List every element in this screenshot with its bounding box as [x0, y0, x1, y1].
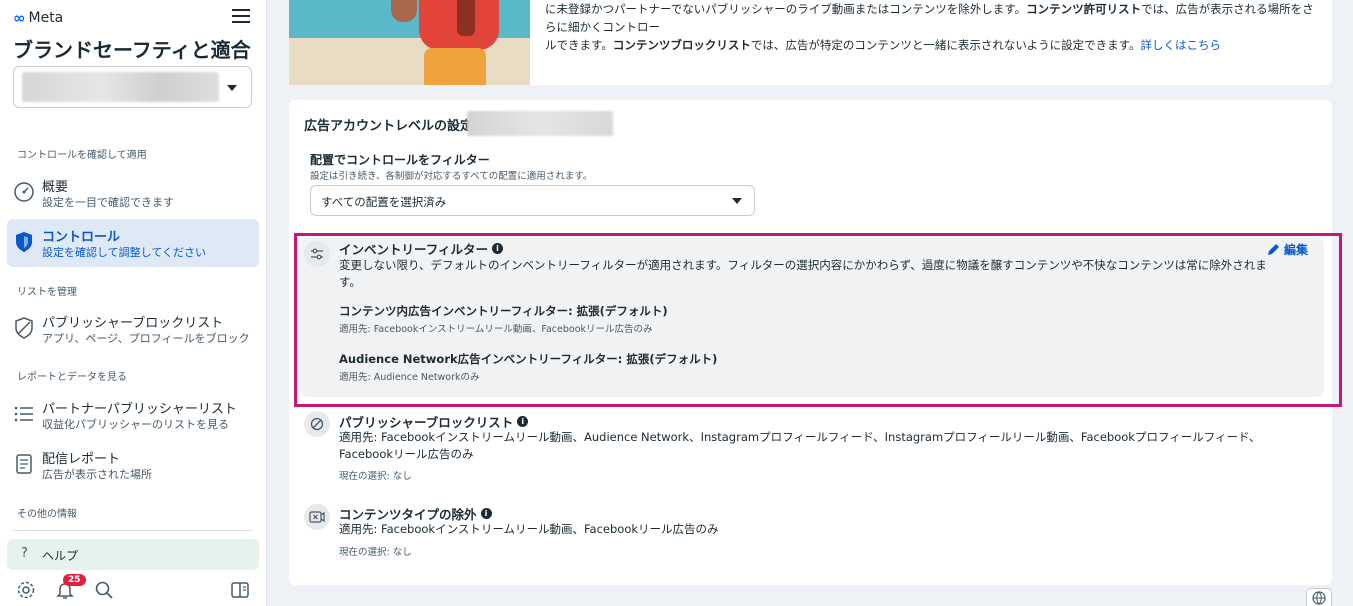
sidebar-item-help[interactable]: ? ヘルプ: [7, 539, 259, 570]
intro-card: に未登録かつパートナーでないパブリッシャーのライブ動画またはコンテンツを除外しま…: [289, 0, 1332, 85]
menu-icon[interactable]: [232, 9, 250, 25]
blocklist-applies: 適用先: Facebookインストリームリール動画、Audience Netwo…: [339, 430, 1261, 461]
meta-infinity-icon: ∞: [13, 9, 26, 27]
sidebar-item-sub: 設定を一目で確認できます: [42, 196, 174, 209]
learn-more-link[interactable]: 詳しくはこちら: [1140, 38, 1221, 52]
highlight-frame: [294, 233, 1342, 407]
placement-filter-sub: 設定は引き続き、各制御が対応するすべての配置に適用されます。: [310, 171, 593, 182]
content-type-applies: 適用先: Facebookインストリームリール動画、Facebookリール広告の…: [339, 522, 719, 536]
placement-filter-title: 配置でコントロールをフィルター: [310, 153, 490, 167]
account-name-redacted: [22, 72, 219, 102]
list-icon: [13, 403, 35, 425]
sidebar-item-title: 配信レポート: [42, 452, 121, 467]
brand-name: Meta: [28, 10, 64, 26]
block-icon: [304, 411, 330, 437]
sidebar-divider: [13, 530, 252, 531]
help-label: ヘルプ: [42, 549, 79, 563]
section-label-other: その他の情報: [17, 509, 77, 520]
search-icon[interactable]: [94, 580, 114, 600]
sidebar-item-sub: 広告が表示された場所: [42, 468, 152, 481]
section-label-reports: レポートとデータを見る: [17, 372, 127, 383]
sidebar-item-title: コントロール: [42, 230, 121, 245]
sidebar-bottom-toolbar: 25: [0, 574, 267, 602]
section-label-review: コントロールを確認して適用: [17, 150, 147, 161]
sidebar-item-delivery-report[interactable]: 配信レポート 広告が表示された場所: [7, 441, 259, 489]
notification-badge: 25: [63, 574, 86, 586]
report-icon: [13, 453, 35, 475]
intro-illustration: [289, 0, 530, 85]
sidebar-item-partner-list[interactable]: パートナーパブリッシャーリスト 収益化パブリッシャーのリストを見る: [7, 391, 259, 439]
sidebar-item-controls[interactable]: コントロール 設定を確認して調整してください: [7, 219, 259, 267]
shield-icon: [13, 231, 35, 253]
block-shield-icon: [13, 317, 35, 339]
meta-logo[interactable]: ∞ Meta: [13, 9, 63, 27]
sidebar-item-sub: アプリ、ページ、プロフィールをブロック: [42, 332, 250, 345]
gear-icon[interactable]: [16, 580, 36, 600]
gauge-icon: [13, 181, 35, 203]
chevron-down-icon: [732, 198, 742, 204]
info-icon[interactable]: i: [517, 416, 529, 427]
sidebar-item-title: パブリッシャーブロックリスト: [42, 316, 224, 331]
sidebar: ∞ Meta ブランドセーフティと適合性 コントロールを確認して適用 概要 設定…: [0, 0, 267, 606]
content-type-current: 現在の選択: なし: [339, 547, 412, 558]
sidebar-item-overview[interactable]: 概要 設定を一目で確認できます: [7, 169, 259, 217]
help-icon: ?: [21, 546, 28, 561]
sidebar-item-sub: 設定を確認して調整してください: [42, 246, 207, 259]
intro-text: に未登録かつパートナーでないパブリッシャーのライブ動画またはコンテンツを除外しま…: [545, 2, 1314, 52]
globe-icon[interactable]: [1306, 588, 1332, 606]
sidebar-item-sub: 収益化パブリッシャーのリストを見る: [42, 418, 229, 431]
blocklist-current: 現在の選択: なし: [339, 471, 412, 482]
placement-filter-select[interactable]: すべての配置を選択済み: [310, 185, 755, 216]
sidebar-item-title: パートナーパブリッシャーリスト: [42, 402, 237, 417]
sidebar-item-title: 概要: [42, 180, 69, 195]
sidebar-item-publisher-blocklist[interactable]: パブリッシャーブロックリスト アプリ、ページ、プロフィールをブロック: [7, 305, 259, 353]
account-id-redacted: [467, 111, 613, 136]
chevron-down-icon: [227, 85, 237, 91]
ad-account-selector[interactable]: [13, 66, 252, 108]
account-level-heading: 広告アカウントレベルの設定:: [304, 119, 479, 134]
video-exclude-icon: [304, 504, 330, 530]
section-label-lists: リストを管理: [17, 287, 77, 298]
panel-toggle-icon[interactable]: [230, 580, 250, 600]
placement-select-value: すべての配置を選択済み: [321, 195, 447, 209]
info-icon[interactable]: i: [480, 508, 492, 519]
